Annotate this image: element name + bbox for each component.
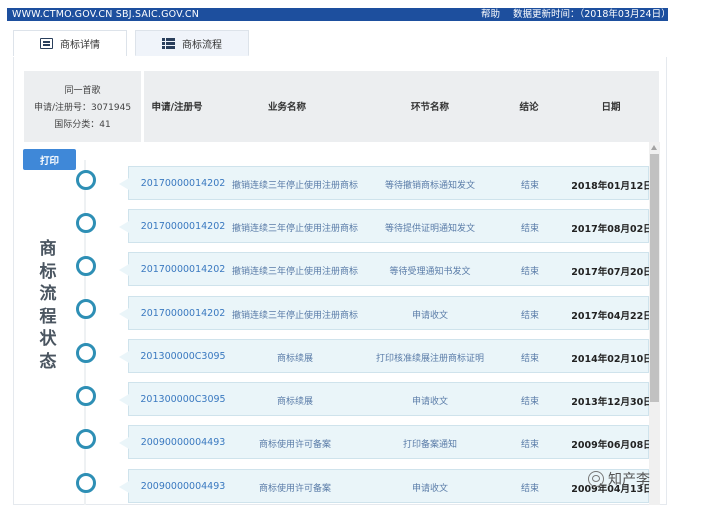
cell-result: 结束 (520, 181, 540, 191)
cell-business: 商标使用许可备案 (258, 484, 332, 494)
cell-reg-no: 20170000014202 (140, 178, 226, 189)
cell-result: 结束 (520, 484, 540, 494)
watermark: 知产李 (588, 468, 660, 490)
header-step: 环节名称 (410, 102, 450, 113)
cell-result: 结束 (520, 224, 540, 234)
scrollbar-thumb[interactable] (650, 154, 659, 402)
cell-reg-no: 201300000C3095 (140, 351, 226, 362)
table-row[interactable]: 20170000014202 撤销连续三年停止使用注册商标 申请收文 结束 20… (119, 296, 653, 330)
cell-result: 结束 (520, 354, 540, 364)
cell-date: 2017年04月22日 (571, 311, 653, 322)
cell-business: 商标使用许可备案 (258, 440, 332, 450)
cell-business: 撤销连续三年停止使用注册商标 (231, 181, 359, 191)
cell-step: 打印备案通知 (402, 440, 458, 450)
trademark-name: 同一首歌 (64, 86, 101, 96)
cell-reg-no: 20170000014202 (140, 221, 226, 232)
cell-reg-no: 201300000C3095 (140, 394, 226, 405)
table-row[interactable]: 201300000C3095 商标续展 申请收文 结束 2013年12月30日 (119, 382, 653, 416)
list-icon (162, 37, 175, 49)
cell-reg-no: 20090000004493 (140, 437, 226, 448)
cell-reg-no: 20170000014202 (140, 264, 226, 275)
table-row[interactable]: 201300000C3095 商标续展 打印核准续展注册商标证明 结束 2014… (119, 339, 653, 373)
site-url: WWW.CTMO.GOV.CN SBJ.SAIC.GOV.CN (12, 9, 200, 20)
cell-step: 申请收文 (411, 311, 449, 321)
header-result: 结论 (519, 102, 539, 113)
header-date: 日期 (601, 102, 621, 113)
timeline-node (76, 299, 96, 319)
header-business: 业务名称 (267, 102, 307, 113)
trademark-info-box: 同一首歌 申请/注册号：3071945 国际分类：41 (24, 71, 141, 142)
wechat-logo-icon (588, 471, 604, 487)
cell-step: 等待撤销商标通知发文 (384, 181, 476, 191)
timeline-node (76, 473, 96, 493)
registration-number: 申请/注册号：3071945 (33, 103, 132, 113)
side-title-char: 商 (39, 239, 57, 259)
cell-date: 2017年08月02日 (571, 224, 653, 235)
timeline-node (76, 429, 96, 449)
side-title-char: 程 (39, 306, 57, 327)
side-title-char: 流 (39, 284, 57, 304)
cell-date: 2018年01月12日 (571, 181, 653, 192)
cell-result: 结束 (520, 440, 540, 450)
timeline-node (76, 170, 96, 190)
timeline-node (76, 386, 96, 406)
cell-reg-no: 20170000014202 (140, 308, 226, 319)
cell-step: 等待提供证明通知发文 (384, 224, 476, 234)
cell-date: 2009年06月08日 (571, 440, 653, 451)
top-bar: WWW.CTMO.GOV.CN SBJ.SAIC.GOV.CN 帮助 数据更新时… (7, 8, 671, 21)
cell-business: 商标续展 (276, 354, 314, 364)
cell-date: 2017年07月20日 (571, 267, 653, 278)
tab-label: 商标详情 (60, 40, 100, 51)
table-row[interactable]: 20170000014202 撤销连续三年停止使用注册商标 等待受理通知书发文 … (119, 252, 653, 286)
watermark-text: 知产李 (608, 472, 650, 488)
cell-result: 结束 (520, 397, 540, 407)
tab-trademark-process[interactable]: 商标流程 (135, 30, 249, 56)
cell-result: 结束 (520, 267, 540, 277)
table-row[interactable]: 20170000014202 撤销连续三年停止使用注册商标 等待提供证明通知发文… (119, 209, 653, 243)
table-header: 申请/注册号 业务名称 环节名称 结论 日期 (144, 71, 659, 142)
cell-business: 撤销连续三年停止使用注册商标 (231, 224, 359, 234)
header-reg-no: 申请/注册号 (151, 102, 203, 113)
cell-business: 撤销连续三年停止使用注册商标 (231, 267, 359, 277)
tab-bar: 商标详情 商标流程 (13, 30, 667, 58)
print-button[interactable]: 打印 (23, 149, 76, 170)
vertical-scrollbar[interactable] (649, 142, 660, 505)
scroll-up-arrow-icon[interactable] (651, 145, 657, 150)
cell-step: 申请收文 (411, 484, 449, 494)
table-row[interactable]: 20090000004493 商标使用许可备案 申请收文 结束 2009年04月… (119, 469, 653, 503)
timeline-node (76, 213, 96, 233)
cell-date: 2013年12月30日 (571, 397, 653, 408)
side-title-char: 态 (39, 351, 57, 372)
timeline-node (76, 343, 96, 363)
cell-result: 结束 (520, 311, 540, 321)
table-row[interactable]: 20090000004493 商标使用许可备案 打印备案通知 结束 2009年0… (119, 425, 653, 459)
document-icon (40, 38, 53, 49)
cell-date: 2014年02月10日 (571, 354, 653, 365)
cell-step: 打印核准续展注册商标证明 (375, 354, 485, 364)
timeline-node (76, 256, 96, 276)
update-time: 数据更新时间：（2018年03月24日） (513, 9, 671, 20)
timeline-line (84, 160, 86, 505)
cell-step: 申请收文 (411, 397, 449, 407)
cell-reg-no: 20090000004493 (140, 481, 226, 492)
international-class: 国际分类：41 (54, 120, 111, 130)
tab-label: 商标流程 (182, 39, 222, 51)
cell-business: 撤销连续三年停止使用注册商标 (231, 311, 359, 321)
help-link[interactable]: 帮助 (481, 8, 500, 21)
side-title-char: 状 (39, 329, 57, 349)
side-title-char: 标 (39, 261, 57, 282)
cell-step: 等待受理通知书发文 (389, 267, 471, 277)
table-row[interactable]: 20170000014202 撤销连续三年停止使用注册商标 等待撤销商标通知发文… (119, 166, 653, 200)
cell-business: 商标续展 (276, 397, 314, 407)
side-title: 商 标 流 程 状 态 (38, 238, 58, 373)
tab-trademark-details[interactable]: 商标详情 (13, 30, 127, 56)
